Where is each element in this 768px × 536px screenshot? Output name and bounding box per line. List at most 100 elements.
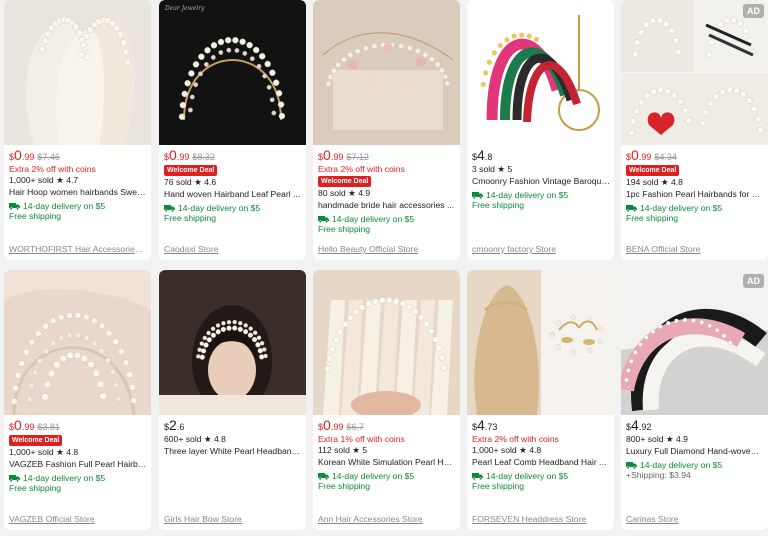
sold-rating: 76 sold ★ 4.6 (164, 178, 302, 190)
sold-rating: 80 sold ★ 4.9 (318, 189, 456, 201)
price-integer: 4 (477, 147, 485, 163)
ad-badge: AD (743, 4, 764, 18)
star-icon: ★ (497, 164, 506, 174)
star-icon: ★ (56, 447, 64, 457)
product-photo (4, 270, 151, 415)
truck-icon (626, 204, 637, 212)
price-decimal: .99 (21, 422, 35, 432)
welcome-deal-badge: Welcome Deal (318, 176, 372, 187)
store-link[interactable]: WORTHOFIRST Hair Accessories St... (9, 244, 147, 254)
product-card[interactable]: $0.99 $7.46 Extra 2% off with coins 1,000… (4, 0, 151, 260)
original-price: $7.46 (37, 152, 60, 162)
product-card[interactable]: $0.99 $7.12 Extra 2% off with coins Welco… (313, 0, 460, 260)
product-card[interactable]: $0.99 $3.81 Welcome Deal 1,000+ sold ★ 4.… (4, 270, 151, 530)
shipping-info: Free shipping (318, 481, 371, 491)
sold-rating: 600+ sold ★ 4.8 (164, 435, 302, 447)
product-card[interactable]: $4.73 Extra 2% off with coins 1,000+ sol… (467, 270, 614, 530)
original-price: $3.81 (37, 422, 60, 432)
star-icon: ★ (352, 445, 360, 455)
rating-value: 5 (362, 445, 368, 455)
product-image[interactable] (313, 0, 460, 145)
product-card[interactable]: $4.8 3 sold ★ 5 Cmoonry Fashion Vintage … (467, 0, 614, 260)
product-grid: $0.99 $7.46 Extra 2% off with coins 1,000… (0, 0, 768, 536)
rating-value: 4.6 (204, 177, 217, 187)
delivery-text: 14-day delivery on $5 (486, 470, 569, 481)
coins-discount: Extra 2% off with coins (318, 164, 405, 174)
price-integer: 0 (169, 147, 177, 163)
product-title[interactable]: Korean White Simulation Pearl Hai... (318, 458, 456, 470)
product-title[interactable]: Cmoonry Fashion Vintage Baroque... (472, 177, 610, 189)
product-title[interactable]: Hand woven Hairband Leaf Pearl ... (164, 190, 302, 202)
shipping-info: Free shipping (472, 200, 525, 210)
product-title[interactable]: Pearl Leaf Comb Headband Hair A... (472, 458, 610, 470)
product-card[interactable]: $0.99 $6.7 Extra 1% off with coins 112 so… (313, 270, 460, 530)
price: $4.8 (472, 148, 610, 165)
price-integer: 0 (14, 147, 22, 163)
product-image[interactable]: AD (621, 270, 768, 415)
delivery-text: 14-day delivery on $5 (640, 202, 723, 213)
welcome-deal-badge: Welcome Deal (164, 165, 218, 176)
product-photo (313, 0, 460, 145)
product-title[interactable]: Three layer White Pearl Headband... (164, 447, 302, 459)
rating-value: 4.9 (358, 188, 371, 198)
product-card[interactable]: AD $0.99 $4.34 Welcome Deal 194 sold ★ 4.… (621, 0, 768, 260)
rating-value: 4.7 (66, 175, 79, 185)
store-link[interactable]: Carinas Store (626, 514, 764, 524)
shipping-info: Free shipping (164, 213, 217, 223)
product-image[interactable]: AD (621, 0, 768, 145)
rating-value: 4.9 (676, 434, 688, 444)
store-link[interactable]: Girls Hair Bow Store (164, 514, 302, 524)
welcome-deal-badge: Welcome Deal (626, 165, 680, 176)
product-image[interactable] (467, 0, 614, 145)
store-link[interactable]: cmoonry factory Store (472, 244, 610, 254)
delivery-text: 14-day delivery on $5 (486, 189, 569, 200)
product-title[interactable]: Hair Hoop women hairbands Sweet... (9, 188, 147, 200)
truck-icon (318, 215, 329, 223)
store-link[interactable]: Hello Beauty Official Store (318, 244, 456, 254)
shipping-info: +Shipping: $3.94 (626, 470, 691, 480)
product-photo (4, 0, 151, 145)
price-integer: 4 (477, 417, 485, 433)
product-title[interactable]: handmade bride hair accessories ... (318, 201, 456, 213)
shipping-info: Free shipping (626, 213, 679, 223)
truck-icon (164, 204, 175, 212)
price-decimal: .73 (484, 422, 498, 432)
rating-value: 5 (507, 164, 513, 174)
product-image[interactable] (467, 270, 614, 415)
store-link[interactable]: BENA Official Store (626, 244, 764, 254)
store-link[interactable]: Caodaxi Store (164, 244, 302, 254)
sold-count: 1,000+ sold (472, 445, 517, 455)
store-link[interactable]: FORSEVEN Headdress Store (472, 514, 610, 524)
truck-icon (472, 191, 483, 199)
product-card[interactable]: Dear Jewelry $0.99 $8.32 Welcome Deal 76 … (159, 0, 306, 260)
product-photo (313, 270, 460, 415)
truck-icon (9, 202, 20, 210)
product-card[interactable]: $2.6 600+ sold ★ 4.8 Three layer White P… (159, 270, 306, 530)
original-price: $8.32 (192, 152, 215, 162)
product-photo (467, 270, 614, 415)
delivery-text: 14-day delivery on $5 (640, 459, 723, 470)
sold-rating: 1,000+ sold ★ 4.8 (9, 448, 147, 460)
product-image[interactable] (4, 270, 151, 415)
store-link[interactable]: Ann Hair Accessories Store (318, 514, 456, 524)
product-image[interactable]: Dear Jewelry (159, 0, 306, 145)
sold-rating: 112 sold ★ 5 (318, 446, 456, 458)
truck-icon (318, 472, 329, 480)
sold-count: 80 sold (318, 188, 346, 198)
sold-count: 76 sold (164, 177, 192, 187)
delivery-text: 14-day delivery on $5 (332, 470, 415, 481)
product-title[interactable]: 1pc Fashion Pearl Hairbands for W... (626, 190, 764, 202)
product-title[interactable]: VAGZEB Fashion Full Pearl Hairban... (9, 460, 147, 472)
product-image[interactable] (4, 0, 151, 145)
shipping-info: Free shipping (318, 224, 371, 234)
product-image[interactable] (159, 270, 306, 415)
sold-rating: 3 sold ★ 5 (472, 165, 610, 177)
price: $0.99 $7.12 (318, 148, 456, 165)
product-image[interactable] (313, 270, 460, 415)
original-price: $7.12 (346, 152, 369, 162)
product-card[interactable]: AD $4.92 800+ sold ★ 4.9 Luxury Full Dia… (621, 270, 768, 530)
price-decimal: .8 (484, 152, 493, 162)
store-link[interactable]: VAGZEB Official Store (9, 514, 147, 524)
star-icon: ★ (519, 445, 527, 455)
product-title[interactable]: Luxury Full Diamond Hand-woven ... (626, 447, 764, 459)
